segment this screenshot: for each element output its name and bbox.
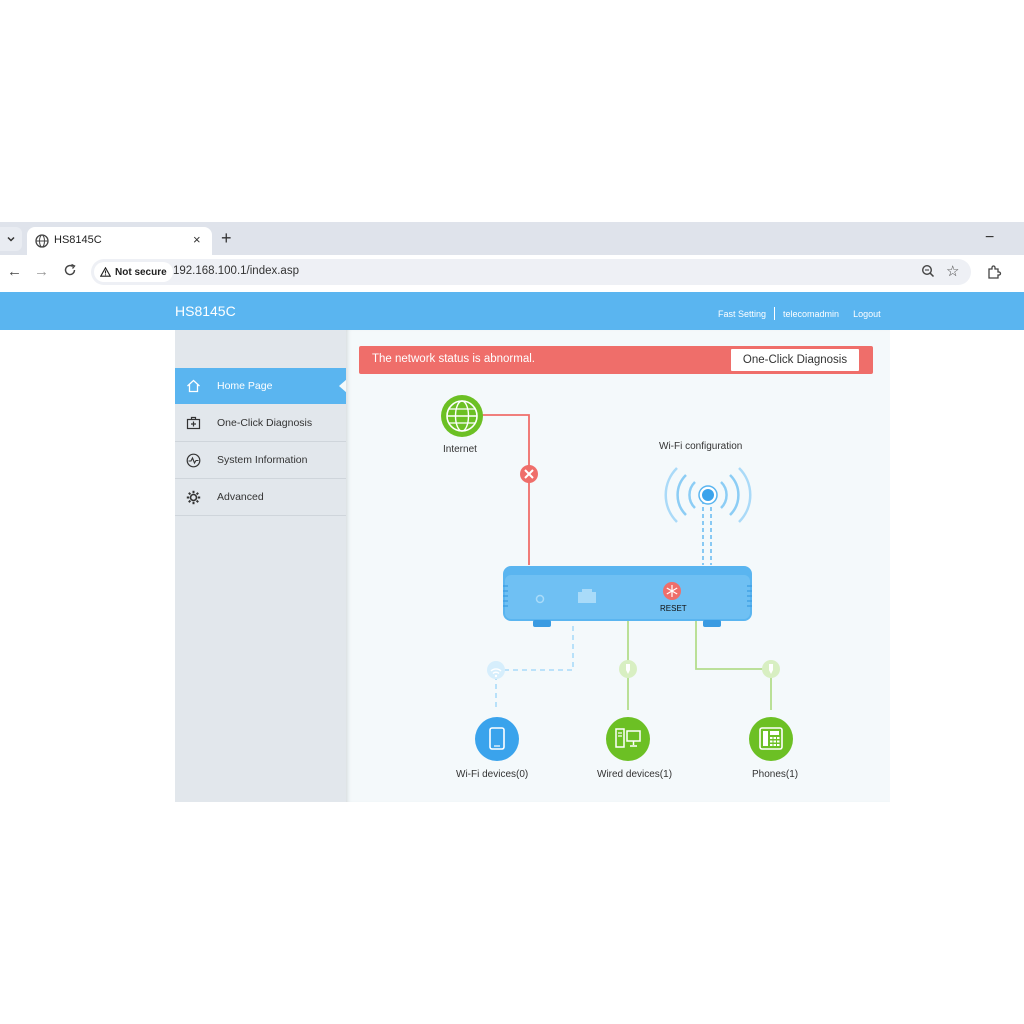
wired-devices-computer-icon[interactable] [606,717,650,761]
header-links: Fast Setting telecomadmin Logout [718,307,881,320]
wifi-antenna-icon[interactable] [664,467,752,565]
home-icon [185,378,201,394]
minimize-button[interactable]: − [985,228,994,248]
sidebar-item-home[interactable]: Home Page [175,368,347,404]
tab-search-button[interactable] [0,227,22,251]
globe-icon [35,234,49,248]
reload-button[interactable] [63,263,77,282]
internet-label: Internet [443,444,477,455]
sidebar-item-advanced[interactable]: Advanced [175,479,346,516]
address-bar[interactable]: Not secure 192.168.100.1/index.asp ☆ [91,259,971,285]
wifi-devices-tablet-icon[interactable] [475,717,519,761]
forward-button[interactable]: → [34,263,49,281]
wifi-devices-label[interactable]: Wi-Fi devices(0) [456,769,528,780]
device-model-title: HS8145C [175,303,236,319]
reload-icon [64,263,76,276]
sidebar-item-label: Advanced [217,491,264,503]
bookmark-star-icon[interactable]: ☆ [946,262,959,280]
sidebar-item-label: One-Click Diagnosis [217,417,313,429]
wired-devices-link [619,621,637,710]
main-content: The network status is abnormal. One-Clic… [346,330,890,802]
sidebar-item-system-information[interactable]: System Information [175,442,346,479]
phones-link [695,621,780,710]
header-divider [774,307,776,320]
internet-link [462,414,530,565]
network-topology-diagram [441,395,793,761]
zoom-icon[interactable] [921,264,935,278]
reset-label: RESET [660,604,687,613]
extensions-icon[interactable] [986,264,1002,280]
tab-title: HS8145C [54,234,102,246]
sidebar-item-label: System Information [217,454,308,466]
router-header: HS8145C Fast Setting telecomadmin Logout [0,292,1024,330]
user-name-link[interactable]: telecomadmin [783,309,839,319]
fast-setting-link[interactable]: Fast Setting [718,309,766,319]
medkit-icon [185,415,201,431]
logout-link[interactable]: Logout [853,309,881,319]
new-tab-button[interactable]: + [221,228,232,248]
wired-devices-label[interactable]: Wired devices(1) [597,769,672,780]
internet-globe-icon[interactable] [441,395,483,437]
warning-icon [100,267,111,277]
url-text[interactable]: 192.168.100.1/index.asp [173,265,299,277]
tab-close-button[interactable]: × [193,232,201,247]
wifi-devices-link [487,626,574,710]
sidebar: Home Page One-Click Diagnosis System Inf… [175,330,347,802]
security-chip-label: Not secure [115,266,167,278]
browser-tab-strip: HS8145C × [0,222,1024,255]
chevron-down-icon [7,236,15,242]
phones-label[interactable]: Phones(1) [752,769,798,780]
router-device-icon [503,566,752,627]
wifi-configuration-label[interactable]: Wi-Fi configuration [659,441,742,452]
reset-button-icon[interactable] [663,582,681,600]
sidebar-item-label: Home Page [217,380,273,392]
gear-icon [185,489,201,505]
link-error-icon[interactable] [520,465,538,483]
pulse-icon [185,452,201,468]
sidebar-item-diagnosis[interactable]: One-Click Diagnosis [175,405,346,442]
phones-telephone-icon[interactable] [749,717,793,761]
browser-tab[interactable]: HS8145C × [27,227,212,255]
back-button[interactable]: ← [7,263,22,281]
security-chip[interactable]: Not secure [94,262,173,282]
